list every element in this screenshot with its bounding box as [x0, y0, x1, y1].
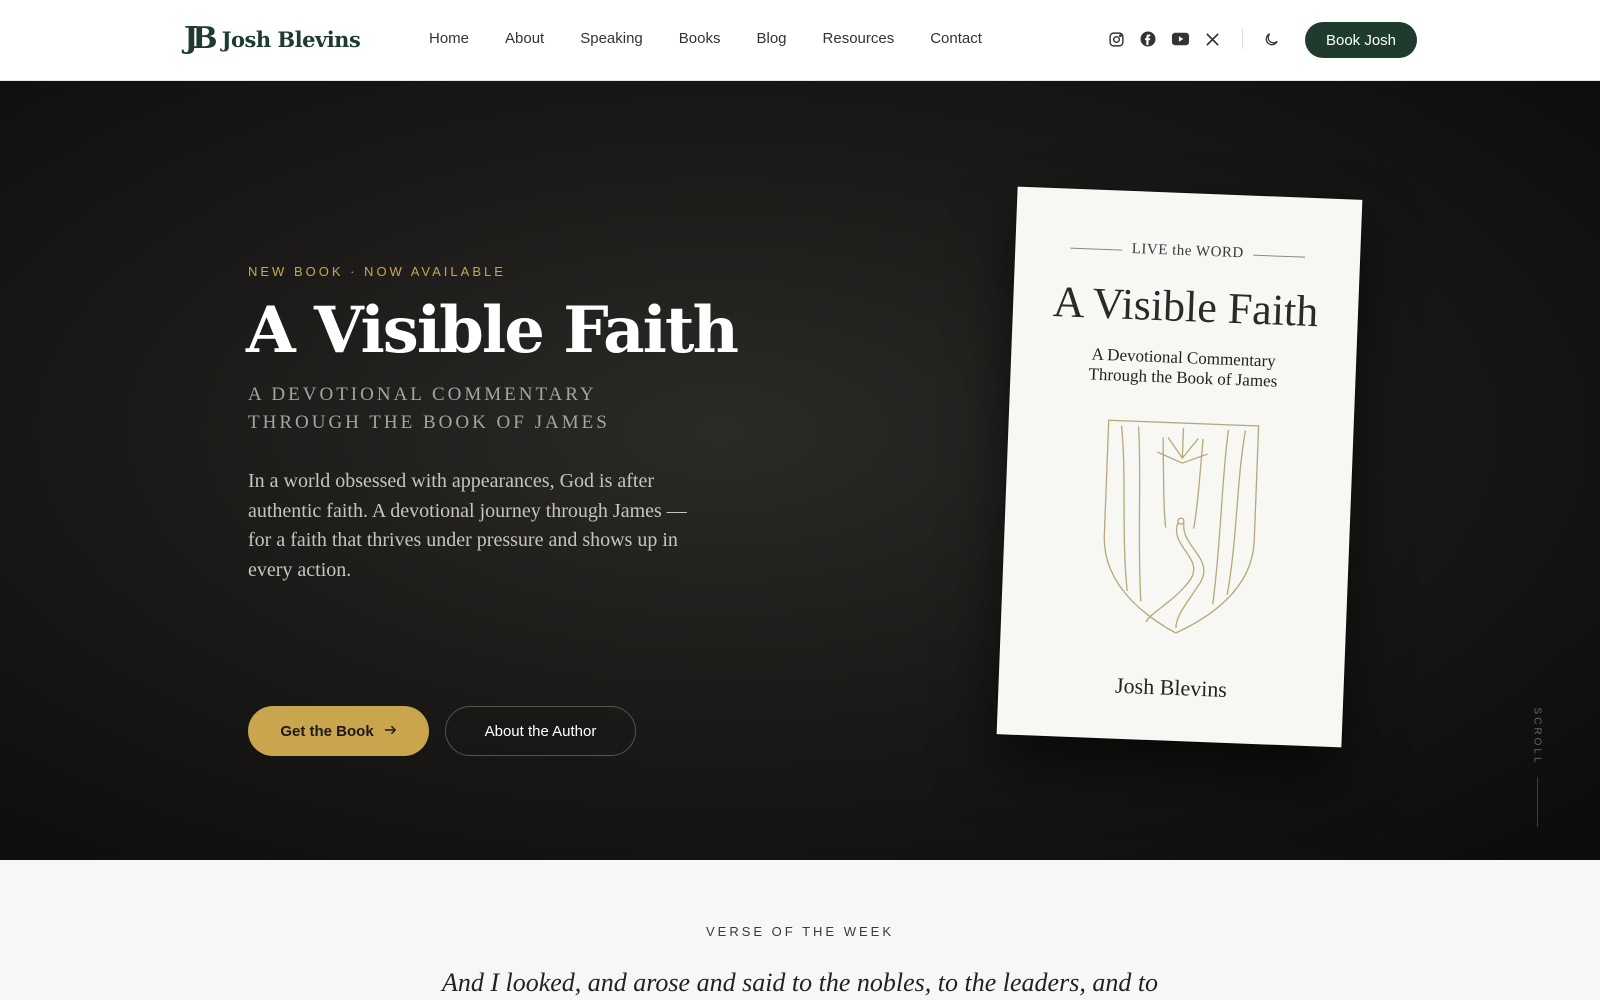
book-cover-title: A Visible Faith [1052, 277, 1320, 337]
nav-item-contact[interactable]: Contact [930, 30, 982, 47]
header-divider [1242, 29, 1243, 49]
book-josh-button[interactable]: Book Josh [1305, 22, 1417, 58]
logo-text: Josh Blevins [221, 26, 361, 52]
nav-item-home[interactable]: Home [429, 30, 469, 47]
book-series: LIVE the WORD [1131, 241, 1245, 262]
hero-section: NEW BOOK · NOW AVAILABLE A Visible Faith… [0, 81, 1600, 860]
youtube-icon[interactable] [1170, 29, 1190, 49]
hero-subtitle-line-1: A DEVOTIONAL COMMENTARY [248, 384, 597, 405]
hero-description: In a world obsessed with appearances, Go… [248, 470, 687, 581]
facebook-icon[interactable] [1138, 29, 1158, 49]
verse-text: And I looked, and arose and said to the … [441, 968, 1159, 997]
hero-title: A Visible Faith [246, 293, 739, 368]
nav-item-resources[interactable]: Resources [823, 30, 895, 47]
book-cover-subtitle: A Devotional Commentary Through the Book… [1060, 343, 1306, 392]
site-header: JB Josh Blevins Home About Speaking Book… [0, 0, 1600, 81]
nav-item-blog[interactable]: Blog [756, 30, 786, 47]
scroll-label: SCROLL [1531, 707, 1543, 766]
nav-item-about[interactable]: About [505, 30, 544, 47]
verse-of-the-week-label: VERSE OF THE WEEK [705, 924, 894, 939]
scroll-indicator[interactable]: SCROLL [1530, 701, 1544, 860]
get-the-book-button[interactable]: Get the Book [248, 706, 429, 756]
hero-eyebrow: NEW BOOK · NOW AVAILABLE [248, 264, 506, 279]
scroll-line [1537, 777, 1538, 827]
moon-icon[interactable] [1261, 29, 1281, 49]
forest-path-crest-illustration [1103, 419, 1260, 634]
instagram-icon[interactable] [1106, 29, 1126, 49]
nav-item-speaking[interactable]: Speaking [580, 30, 643, 47]
about-the-author-button[interactable]: About the Author [445, 706, 636, 756]
hero-subtitle: A DEVOTIONAL COMMENTARY THROUGH THE BOOK… [248, 381, 648, 437]
get-the-book-label: Get the Book [280, 722, 374, 740]
main-nav: Home About Speaking Books Blog Resources… [429, 30, 1018, 47]
social-links [1106, 29, 1293, 49]
nav-item-books[interactable]: Books [679, 30, 721, 47]
book-cover[interactable]: LIVE the WORD A Visible Faith A Devotion… [996, 186, 1363, 748]
hero-subtitle-line-2: THROUGH THE BOOK OF JAMES [248, 412, 610, 433]
arrow-right-icon [384, 723, 397, 740]
x-icon[interactable] [1202, 29, 1222, 49]
book-cover-author: Josh Blevins [1114, 672, 1228, 702]
logo-mark: JB [184, 21, 217, 56]
site-logo[interactable]: JB Josh Blevins [184, 21, 361, 56]
